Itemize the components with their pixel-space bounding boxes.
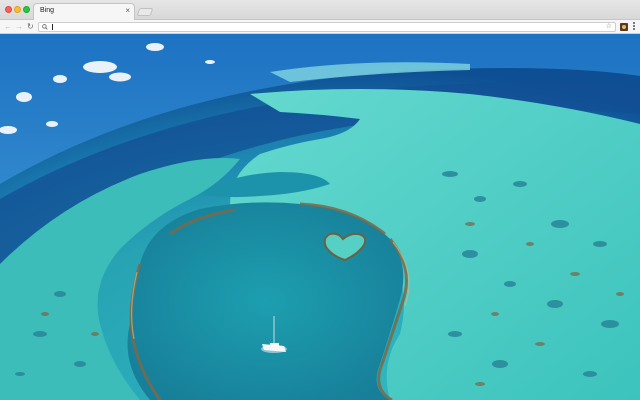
window-minimize-button[interactable] [14, 6, 21, 13]
window-close-button[interactable] [5, 6, 12, 13]
url-input[interactable] [51, 23, 596, 31]
reef-photo [0, 34, 640, 400]
arrow-left-icon[interactable]: ← [4, 21, 12, 32]
window-maximize-button[interactable] [23, 6, 30, 13]
address-bar[interactable]: ☆ [38, 22, 616, 32]
extension-icon[interactable] [620, 23, 628, 31]
text-caret [52, 24, 53, 30]
reload-icon[interactable]: ↻ [27, 21, 34, 32]
tab-bar: Bing × [0, 0, 640, 20]
search-icon [42, 24, 48, 30]
tab-title: Bing [40, 7, 55, 14]
arrow-right-icon[interactable]: → [15, 21, 23, 32]
new-tab-button[interactable] [136, 8, 154, 16]
tab-close-icon[interactable]: × [125, 6, 130, 16]
tab-bing[interactable]: Bing × [33, 3, 135, 20]
page-background-image [0, 34, 640, 400]
vertical-dots-menu-icon[interactable] [633, 22, 635, 32]
browser-toolbar: ← → ↻ ☆ [0, 20, 640, 34]
star-icon[interactable]: ☆ [606, 22, 612, 31]
